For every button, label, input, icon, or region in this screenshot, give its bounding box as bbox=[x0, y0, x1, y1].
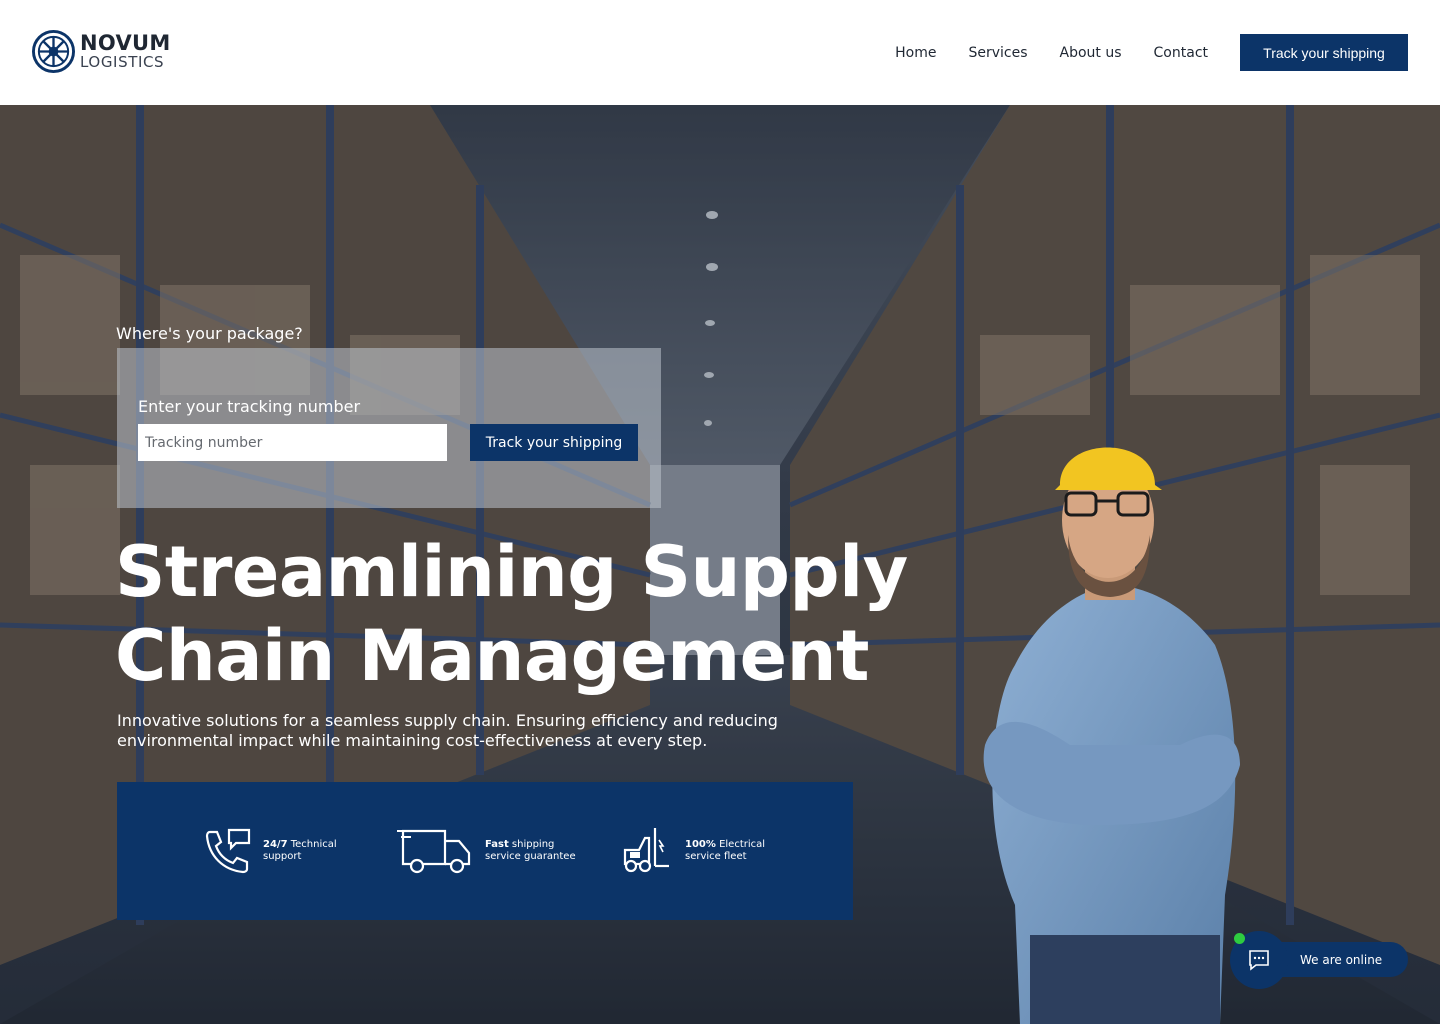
package-question: Where's your package? bbox=[116, 324, 303, 343]
chat-bubble-icon bbox=[1249, 950, 1269, 971]
brand-tagline: LOGISTICS bbox=[80, 53, 165, 71]
hero-subheadline-line2: environmental impact while maintaining c… bbox=[117, 731, 708, 750]
tracking-number-input[interactable] bbox=[138, 424, 447, 461]
feature-support-text: Technical bbox=[287, 839, 337, 850]
nav-home[interactable]: Home bbox=[895, 45, 936, 61]
brand-logo[interactable]: NOVUM LOGISTICS bbox=[32, 30, 171, 73]
feature-fleet-strong: 100% bbox=[685, 839, 716, 850]
hero-subheadline: Innovative solutions for a seamless supp… bbox=[117, 711, 817, 751]
nav-services[interactable]: Services bbox=[968, 45, 1027, 61]
site-header: NOVUM LOGISTICS Home Services About us C… bbox=[0, 0, 1440, 105]
chat-widget[interactable]: We are online bbox=[1230, 931, 1408, 989]
feature-shipping: Fast shipping service guarantee bbox=[397, 828, 576, 874]
feature-shipping-strong: Fast bbox=[485, 839, 509, 850]
chat-status-label: We are online bbox=[1300, 952, 1383, 967]
features-bar: 24/7 Technical support Fast shipping ser… bbox=[117, 782, 853, 920]
tracking-label: Enter your tracking number bbox=[138, 397, 361, 416]
ship-wheel-icon bbox=[32, 30, 75, 73]
feature-support: 24/7 Technical support bbox=[205, 828, 337, 874]
feature-shipping-text: shipping bbox=[508, 839, 555, 850]
hero-headline: Streamlining Supply Chain Management bbox=[115, 530, 935, 698]
header-track-shipping-button[interactable]: Track your shipping bbox=[1240, 34, 1408, 71]
online-indicator bbox=[1234, 933, 1245, 944]
electric-forklift-icon bbox=[623, 828, 669, 873]
tracking-card: Enter your tracking number Track your sh… bbox=[117, 348, 661, 508]
brand-name: NOVUM bbox=[80, 31, 171, 55]
feature-support-line2: support bbox=[263, 851, 302, 862]
nav-contact[interactable]: Contact bbox=[1154, 45, 1208, 61]
delivery-truck-icon bbox=[397, 829, 471, 874]
feature-shipping-line2: service guarantee bbox=[485, 851, 576, 862]
feature-support-strong: 24/7 bbox=[263, 839, 288, 850]
feature-fleet: 100% Electrical service fleet bbox=[623, 828, 765, 874]
phone-chat-icon bbox=[205, 828, 251, 874]
feature-fleet-line2: service fleet bbox=[685, 851, 747, 862]
nav-about-us[interactable]: About us bbox=[1060, 45, 1122, 61]
feature-fleet-text: Electrical bbox=[715, 839, 766, 850]
hero-subheadline-line1: Innovative solutions for a seamless supp… bbox=[117, 711, 778, 730]
track-shipping-button[interactable]: Track your shipping bbox=[470, 424, 638, 461]
main-nav: Home Services About us Contact Track you… bbox=[895, 34, 1408, 71]
hero-headline-line2: Chain Management bbox=[115, 615, 869, 697]
hero-section: Where's your package? Enter your trackin… bbox=[0, 105, 1440, 1024]
hero-headline-line1: Streamlining Supply bbox=[115, 531, 908, 613]
